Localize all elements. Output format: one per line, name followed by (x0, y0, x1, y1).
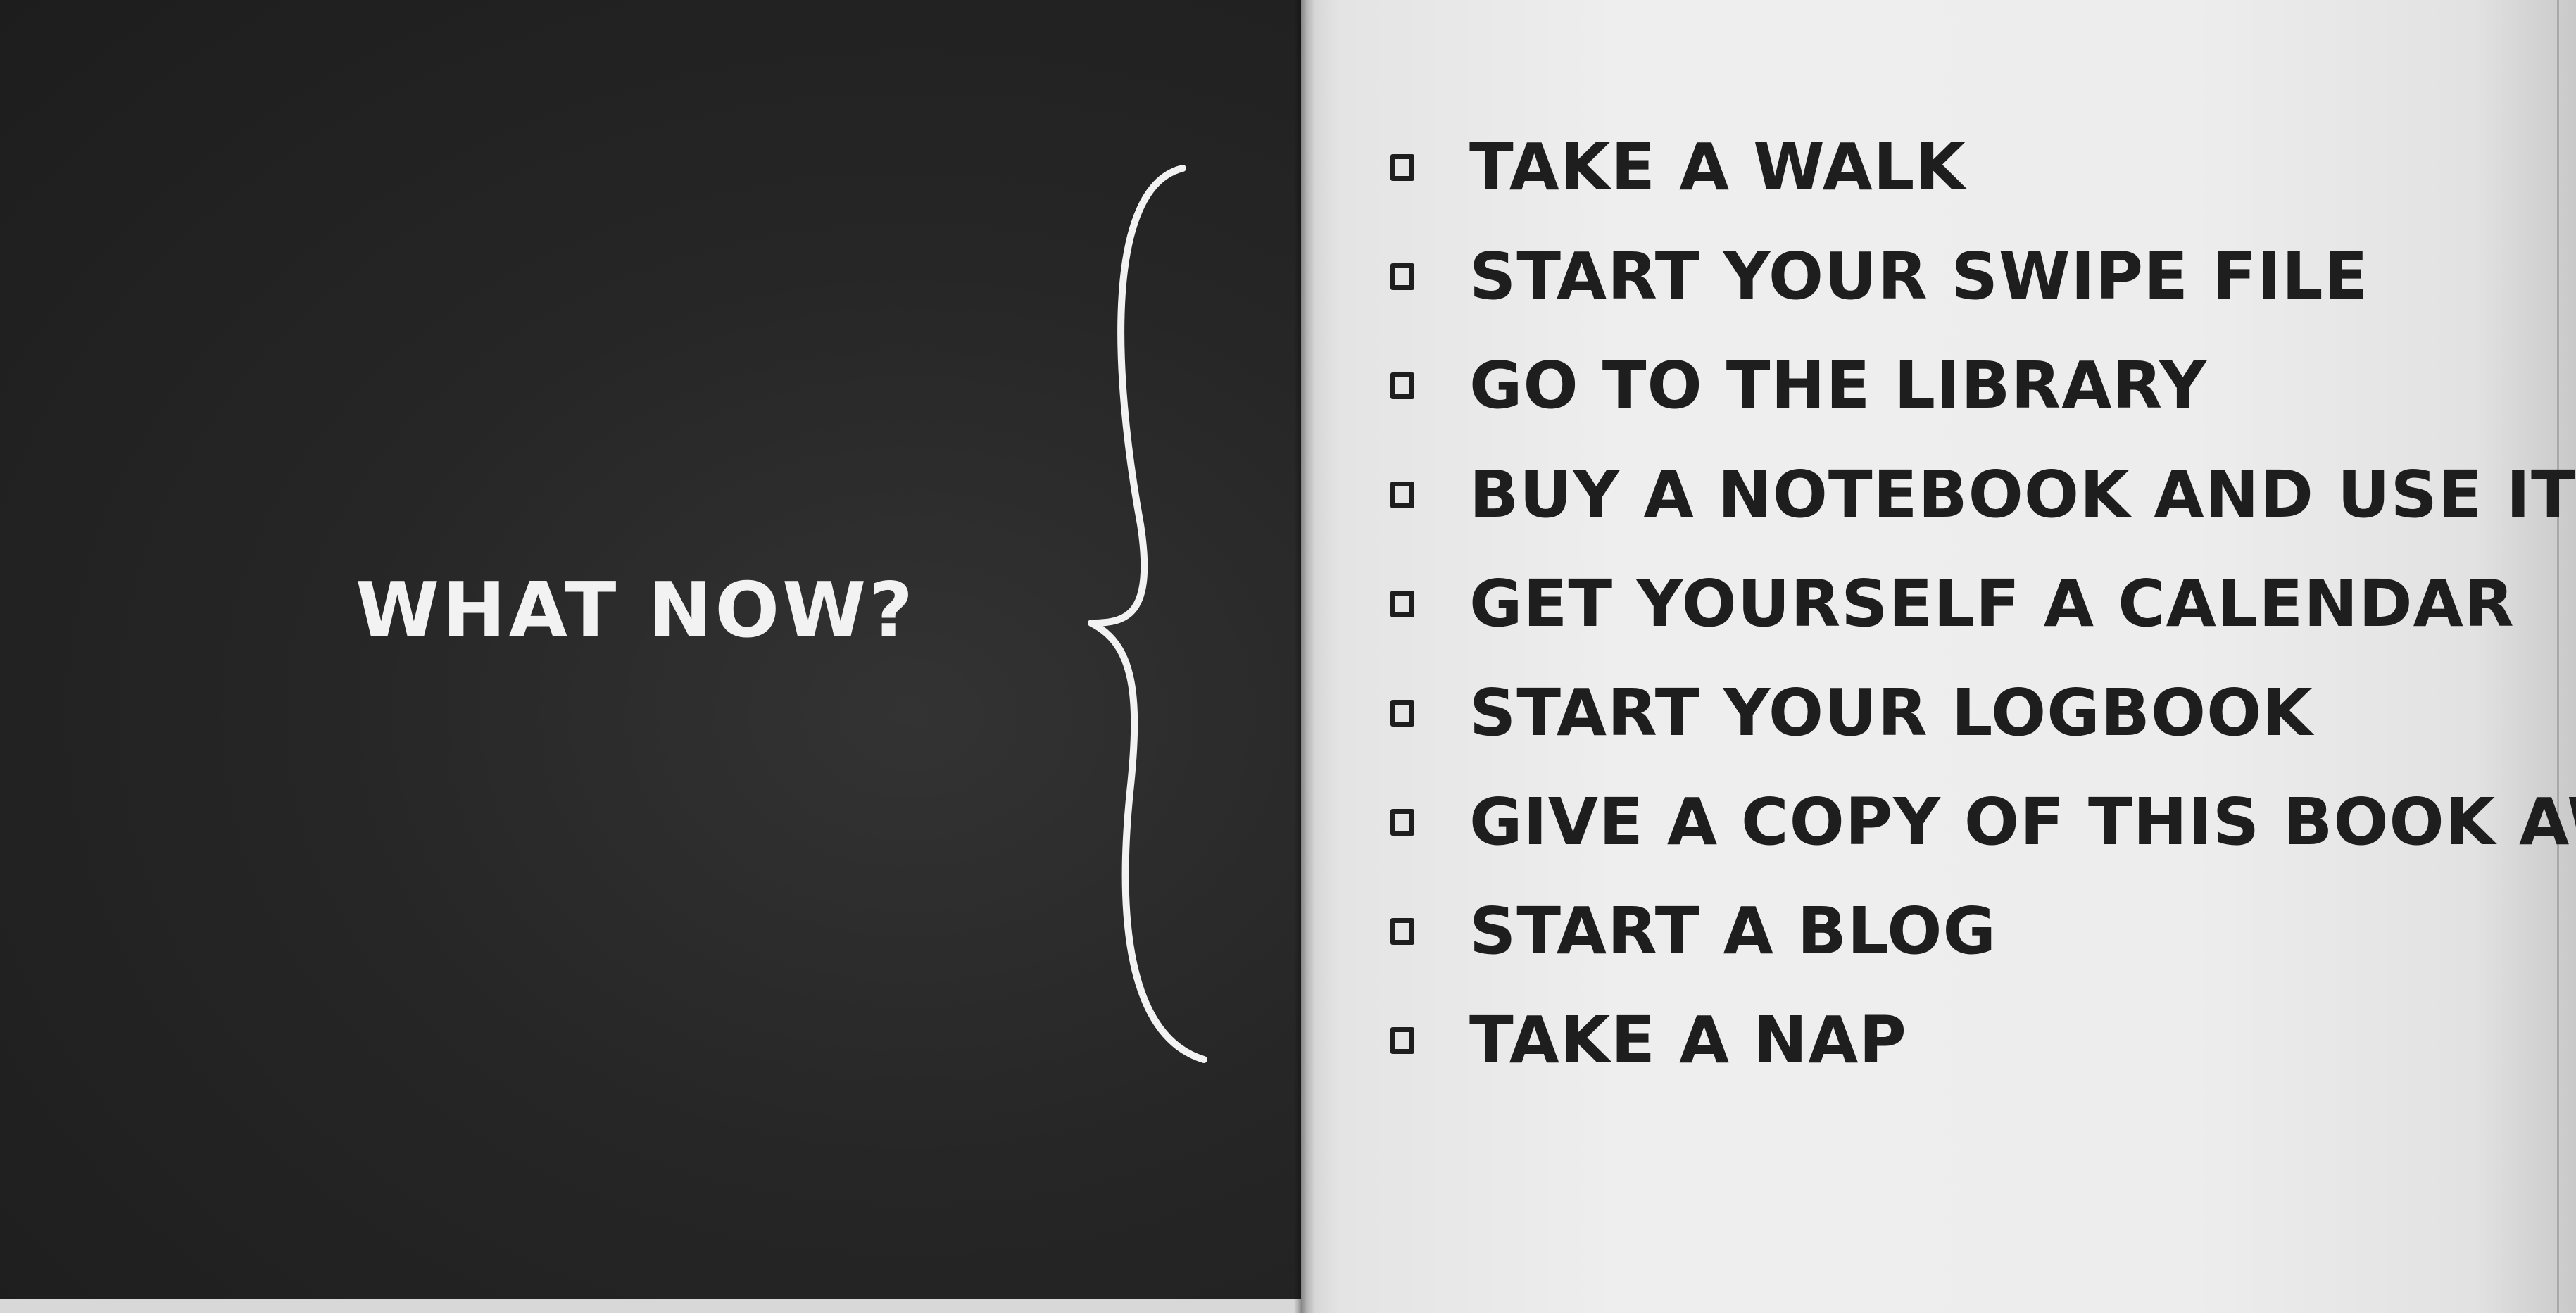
empty-checkbox-icon[interactable] (1390, 263, 1414, 290)
curly-brace-icon (1088, 165, 1207, 1063)
checklist-item: GET YOURSELF A CALENDAR (1390, 549, 2576, 658)
checklist-item: START A BLOG (1390, 877, 2576, 986)
empty-checkbox-icon[interactable] (1390, 1026, 1414, 1054)
empty-checkbox-icon[interactable] (1390, 590, 1414, 617)
checklist-item-label: TAKE A WALK (1469, 130, 1966, 205)
empty-checkbox-icon[interactable] (1390, 917, 1414, 945)
checklist-item: GO TO THE LIBRARY (1390, 331, 2576, 440)
empty-checkbox-icon[interactable] (1390, 481, 1414, 508)
checklist-item-label: START YOUR SWIPE FILE (1469, 239, 2369, 314)
checklist-item: GIVE A COPY OF THIS BOOK AWAY (1390, 767, 2576, 877)
checklist-item: START YOUR LOGBOOK (1390, 658, 2576, 767)
checklist-item-label: BUY A NOTEBOOK AND USE IT (1469, 457, 2576, 532)
checklist-item-label: GO TO THE LIBRARY (1469, 348, 2207, 423)
empty-checkbox-icon[interactable] (1390, 372, 1414, 399)
empty-checkbox-icon[interactable] (1390, 808, 1414, 836)
checklist-item: START YOUR SWIPE FILE (1390, 222, 2576, 331)
checklist-item: BUY A NOTEBOOK AND USE IT (1390, 440, 2576, 549)
empty-checkbox-icon[interactable] (1390, 153, 1414, 181)
checklist-item-label: TAKE A NAP (1469, 1003, 1907, 1078)
page-heading: WHAT NOW? (356, 567, 916, 655)
empty-checkbox-icon[interactable] (1390, 699, 1414, 727)
checklist-item-label: START YOUR LOGBOOK (1469, 675, 2313, 750)
checklist-item: TAKE A WALK (1390, 113, 2576, 222)
page-bottom-edge (0, 1299, 1301, 1313)
checklist-item-label: GIVE A COPY OF THIS BOOK AWAY (1469, 784, 2576, 860)
checklist-item: TAKE A NAP (1390, 986, 2576, 1095)
book-gutter (1294, 0, 1315, 1313)
todo-checklist: TAKE A WALK START YOUR SWIPE FILE GO TO … (1390, 113, 2576, 1095)
checklist-item-label: GET YOURSELF A CALENDAR (1469, 566, 2515, 641)
left-page: WHAT NOW? (0, 0, 1301, 1299)
book-spread: WHAT NOW? TAKE A WALK START YOUR SWIPE F… (0, 0, 2576, 1313)
checklist-item-label: START A BLOG (1469, 893, 1997, 969)
